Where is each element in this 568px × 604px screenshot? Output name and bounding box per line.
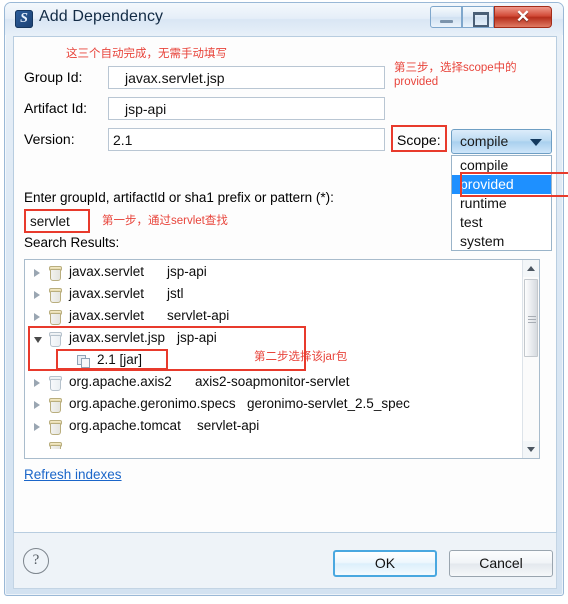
result-artifact-id: jsp-api xyxy=(167,264,207,279)
jar-icon xyxy=(49,420,62,435)
result-group-id: javax.servlet xyxy=(69,308,145,323)
annotation-step-three: 第三步，选择scope中的 provided xyxy=(394,62,517,88)
chevron-right-icon[interactable] xyxy=(34,291,40,299)
annotation-step-two: 第二步选择该jar包 xyxy=(254,351,348,363)
ok-button[interactable]: OK xyxy=(333,550,437,577)
scope-option-test[interactable]: test xyxy=(452,213,551,232)
title-bar[interactable]: S Add Dependency ✕ xyxy=(5,3,563,35)
jar-icon xyxy=(49,442,62,449)
result-artifact-id: servlet-api xyxy=(197,418,260,433)
jar-icon xyxy=(49,266,62,281)
group-id-label: Group Id: xyxy=(24,69,83,85)
annotation-step-one: 第一步，通过servlet查找 xyxy=(102,215,228,227)
query-hint-label: Enter groupId, artifactId or sha1 prefix… xyxy=(24,190,334,205)
cancel-button[interactable]: Cancel xyxy=(449,550,553,577)
scope-selected-value: compile xyxy=(460,133,509,149)
selected-version-highlight xyxy=(56,349,168,370)
chevron-right-icon[interactable] xyxy=(34,423,40,431)
version-input[interactable]: 2.1 xyxy=(108,128,385,151)
artifact-id-label: Artifact Id: xyxy=(24,100,88,116)
table-row-partial[interactable] xyxy=(25,438,522,449)
result-artifact-id: axis2-soapmonitor-servlet xyxy=(195,374,350,389)
help-icon[interactable]: ? xyxy=(23,548,49,574)
table-row[interactable]: org.apache.axis2 axis2-soapmonitor-servl… xyxy=(25,372,522,394)
scrollbar-thumb[interactable] xyxy=(524,279,538,357)
maximize-icon xyxy=(473,12,489,27)
chevron-down-icon xyxy=(530,139,542,146)
result-artifact-id: jstl xyxy=(167,286,184,301)
result-group-id: org.apache.geronimo.specs xyxy=(69,396,236,411)
table-row[interactable]: javax.servlet servlet-api xyxy=(25,306,522,328)
table-row[interactable]: org.apache.tomcat servlet-api xyxy=(25,416,522,438)
result-group-id: javax.servlet xyxy=(69,264,145,279)
chevron-right-icon[interactable] xyxy=(34,379,40,387)
table-row[interactable]: javax.servlet jstl xyxy=(25,284,522,306)
jar-icon xyxy=(49,288,62,303)
version-label: Version: xyxy=(24,131,75,147)
dialog-window: S Add Dependency ✕ 这三个自动完成，无需手动填写 Group … xyxy=(4,2,568,596)
jar-icon xyxy=(49,376,62,391)
result-artifact-id: geronimo-servlet_2.5_spec xyxy=(247,396,410,411)
search-input[interactable]: servlet xyxy=(28,213,88,231)
maximize-button[interactable] xyxy=(462,6,494,28)
chevron-right-icon[interactable] xyxy=(34,313,40,321)
jar-icon xyxy=(49,310,62,325)
result-group-id: org.apache.tomcat xyxy=(69,418,181,433)
dialog-content: 这三个自动完成，无需手动填写 Group Id: * javax.servlet… xyxy=(13,36,557,533)
table-row[interactable]: org.apache.geronimo.specs geronimo-servl… xyxy=(25,394,522,416)
chevron-right-icon[interactable] xyxy=(34,269,40,277)
scroll-up-button[interactable] xyxy=(523,260,539,277)
scope-label: Scope: xyxy=(397,132,441,148)
provided-option-highlight xyxy=(460,172,568,197)
app-icon-glyph: S xyxy=(20,11,28,26)
group-id-input[interactable]: javax.servlet.jsp xyxy=(108,66,385,89)
close-icon: ✕ xyxy=(515,7,531,26)
artifact-id-input[interactable]: jsp-api xyxy=(108,97,385,120)
jar-icon xyxy=(49,398,62,413)
tree-scrollbar[interactable] xyxy=(522,260,539,458)
close-button[interactable]: ✕ xyxy=(494,6,552,28)
result-group-id: javax.servlet xyxy=(69,286,145,301)
window-title: Add Dependency xyxy=(39,8,164,25)
refresh-indexes-link[interactable]: Refresh indexes xyxy=(24,467,122,482)
triangle-up-icon xyxy=(527,266,535,271)
chevron-right-icon[interactable] xyxy=(34,401,40,409)
result-group-id: org.apache.axis2 xyxy=(69,374,172,389)
scope-options-list[interactable]: compile provided runtime test system xyxy=(451,155,552,251)
scroll-down-button[interactable] xyxy=(523,441,539,458)
minimize-icon xyxy=(440,20,453,23)
search-input-wrapper[interactable]: servlet xyxy=(26,211,90,233)
triangle-down-icon xyxy=(527,447,535,452)
scope-select[interactable]: compile xyxy=(451,129,552,154)
table-row[interactable]: javax.servlet jsp-api xyxy=(25,262,522,284)
search-results-label: Search Results: xyxy=(24,235,120,250)
scope-option-system[interactable]: system xyxy=(452,232,551,250)
annotation-autofill-note: 这三个自动完成，无需手动填写 xyxy=(66,48,227,60)
minimize-button[interactable] xyxy=(430,6,462,28)
scope-label-wrapper: Scope: xyxy=(393,129,445,153)
maven-dependency-icon: S xyxy=(15,10,33,28)
result-artifact-id: servlet-api xyxy=(167,308,230,323)
